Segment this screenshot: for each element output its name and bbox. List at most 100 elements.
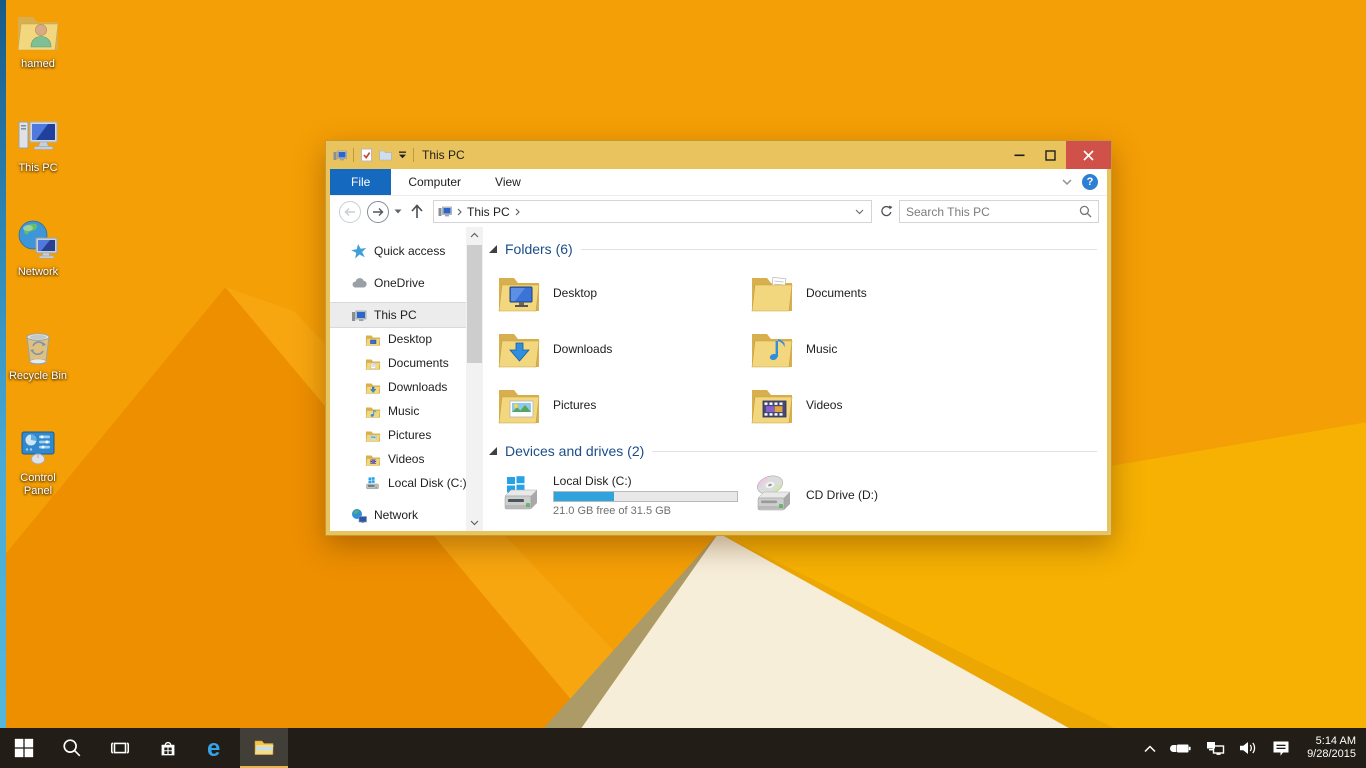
group-title: Folders (6)	[505, 241, 573, 257]
network-icon	[14, 216, 62, 264]
forward-arrow-icon	[372, 207, 384, 217]
computer-icon	[333, 149, 347, 162]
sidebar-item-label: Quick access	[374, 244, 445, 258]
search-icon[interactable]	[1079, 205, 1092, 218]
taskbar: e	[0, 728, 1366, 768]
breadcrumb[interactable]: This PC	[467, 205, 510, 219]
group-title: Devices and drives (2)	[505, 443, 644, 459]
sidebar-item-desktop[interactable]: Desktop	[330, 327, 466, 351]
start-button[interactable]	[0, 728, 48, 768]
power-icon[interactable]	[1170, 740, 1192, 756]
store-button[interactable]	[144, 728, 192, 768]
taskbar-search-button[interactable]	[48, 728, 96, 768]
desktop-icon-network[interactable]: Network	[0, 216, 76, 279]
expand-ribbon-chevron-icon[interactable]	[1062, 179, 1072, 185]
star-icon	[351, 243, 367, 259]
address-dropdown[interactable]	[852, 209, 867, 215]
separator	[413, 148, 414, 162]
chevron-up-icon	[470, 232, 479, 238]
tile-pictures[interactable]: Pictures	[489, 377, 742, 433]
sidebar-item-pictures[interactable]: Pictures	[330, 423, 466, 447]
desktop-background: hamed This PC Network	[0, 0, 1366, 768]
up-button[interactable]	[406, 204, 428, 219]
maximize-icon	[1045, 150, 1056, 161]
group-header-devices: Devices and drives (2)	[489, 441, 1097, 461]
edge-icon: e	[203, 735, 229, 761]
recent-locations-dropdown[interactable]	[394, 209, 402, 214]
sidebar-item-this-pc[interactable]: This PC	[330, 303, 466, 327]
folder-documents-icon	[748, 269, 796, 317]
sidebar-item-music[interactable]: Music	[330, 399, 466, 423]
tile-label: Music	[806, 342, 837, 356]
close-button[interactable]	[1066, 141, 1111, 169]
quick-access-toolbar	[326, 141, 414, 169]
task-view-icon	[109, 737, 131, 759]
close-icon	[1083, 150, 1094, 161]
tab-computer[interactable]: Computer	[391, 169, 478, 195]
tile-local-disk-c[interactable]: Local Disk (C:) 21.0 GB free of 31.5 GB	[489, 467, 742, 523]
volume-icon[interactable]	[1238, 740, 1258, 756]
forward-button[interactable]	[367, 201, 389, 223]
folder-desktop-icon	[365, 332, 381, 347]
store-icon	[157, 737, 179, 759]
properties-icon[interactable]	[360, 148, 373, 162]
ribbon-right-controls: ?	[1062, 169, 1107, 195]
desktop-icon-this-pc[interactable]: This PC	[0, 112, 76, 175]
scrollbar-up-arrow[interactable]	[466, 227, 483, 243]
drive-usage-bar	[553, 491, 738, 502]
tab-file[interactable]: File	[330, 169, 391, 195]
window-body: File Computer View ?	[330, 169, 1107, 531]
breadcrumb-chevron-icon[interactable]	[515, 208, 520, 216]
maximize-button[interactable]	[1035, 141, 1066, 169]
ribbon-tabs: File Computer View ?	[330, 169, 1107, 196]
back-button[interactable]	[339, 201, 361, 223]
search-icon	[61, 737, 83, 759]
desktop-icon-hamed[interactable]: hamed	[0, 8, 76, 71]
action-center-icon[interactable]	[1271, 739, 1291, 757]
recycle-bin-icon	[14, 320, 62, 368]
sidebar-item-onedrive[interactable]: OneDrive	[330, 271, 466, 295]
customize-dropdown-icon[interactable]	[398, 151, 407, 159]
control-panel-icon	[14, 422, 62, 470]
tray-chevron-up-icon[interactable]	[1143, 744, 1157, 753]
sidebar-item-downloads[interactable]: Downloads	[330, 375, 466, 399]
sidebar-item-documents[interactable]: Documents	[330, 351, 466, 375]
tile-desktop[interactable]: Desktop	[489, 265, 742, 321]
collapse-triangle-icon[interactable]	[489, 447, 497, 455]
sidebar-item-videos[interactable]: Videos	[330, 447, 466, 471]
desktop-icon-recycle-bin[interactable]: Recycle Bin	[0, 320, 76, 383]
scrollbar-down-arrow[interactable]	[466, 515, 483, 531]
sidebar-item-local-disk-c[interactable]: Local Disk (C:)	[330, 471, 466, 495]
edge-button[interactable]: e	[192, 728, 240, 768]
taskbar-clock[interactable]: 5:14 AM 9/28/2015	[1304, 735, 1356, 761]
sidebar-scrollbar[interactable]	[466, 227, 483, 531]
chevron-down-icon	[855, 209, 864, 215]
window-title: This PC	[422, 148, 465, 162]
help-icon[interactable]: ?	[1082, 174, 1098, 190]
sidebar-item-label: Local Disk (C:)	[388, 476, 466, 490]
tile-music[interactable]: Music	[742, 321, 995, 377]
tab-view[interactable]: View	[478, 169, 538, 195]
search-input[interactable]	[906, 205, 1079, 219]
tile-videos[interactable]: Videos	[742, 377, 995, 433]
address-bar[interactable]: This PC	[433, 200, 872, 223]
collapse-triangle-icon[interactable]	[489, 245, 497, 253]
window-controls	[1004, 141, 1111, 169]
new-folder-icon[interactable]	[379, 149, 392, 161]
task-view-button[interactable]	[96, 728, 144, 768]
minimize-button[interactable]	[1004, 141, 1035, 169]
file-explorer-button[interactable]	[240, 728, 288, 768]
tile-documents[interactable]: Documents	[742, 265, 995, 321]
tile-downloads[interactable]: Downloads	[489, 321, 742, 377]
search-box[interactable]	[899, 200, 1099, 223]
drive-free-space: 21.0 GB free of 31.5 GB	[553, 505, 738, 517]
sidebar-item-network[interactable]: Network	[330, 503, 466, 527]
desktop-icon-control-panel[interactable]: Control Panel	[0, 422, 76, 498]
tile-cd-drive-d[interactable]: CD Drive (D:)	[742, 467, 995, 523]
network-icon[interactable]	[1205, 740, 1225, 756]
sidebar-item-quick-access[interactable]: Quick access	[330, 239, 466, 263]
tile-label: Desktop	[553, 286, 597, 300]
title-bar[interactable]: This PC	[326, 141, 1111, 169]
scrollbar-thumb[interactable]	[467, 245, 482, 363]
refresh-button[interactable]	[875, 205, 897, 218]
